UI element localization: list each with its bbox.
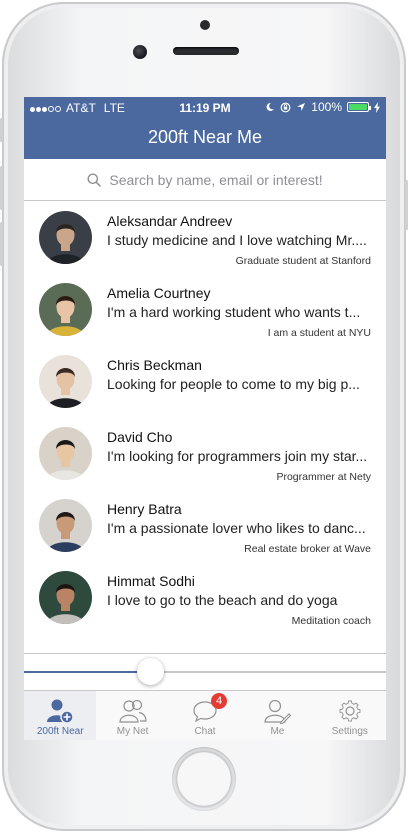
volume-up-button: [0, 166, 3, 210]
front-camera: [133, 45, 147, 59]
gear-icon: [339, 700, 361, 722]
person-name: Aleksandar Andreev: [107, 213, 233, 229]
person-message: I'm a hard working student who wants t..…: [107, 304, 361, 320]
avatar: [39, 355, 92, 408]
person-name: Henry Batra: [107, 501, 182, 517]
person-row[interactable]: Henry Batra I'm a passionate lover who li…: [24, 489, 386, 561]
person-name: David Cho: [107, 429, 173, 445]
person-role: Meditation coach: [291, 615, 371, 627]
battery-percent: 100%: [311, 100, 342, 114]
search-placeholder: Search by name, email or interest!: [109, 171, 323, 188]
location-arrow-icon: [297, 103, 306, 111]
person-role: Graduate student at Stanford: [235, 255, 371, 267]
page-title: 200ft Near Me: [147, 127, 263, 147]
battery-icon: [347, 102, 371, 112]
avatar: [39, 211, 92, 264]
search-icon: [87, 173, 102, 187]
navigation-bar: 200ft Near Me: [24, 119, 386, 159]
person-name: Amelia Courtney: [107, 285, 211, 301]
avatar: [39, 283, 92, 336]
person-row[interactable]: David Cho I'm looking for programmers joi…: [24, 417, 386, 489]
distance-slider-track[interactable]: [24, 671, 386, 673]
avatar: [39, 427, 92, 480]
avatar: [39, 571, 92, 624]
distance-slider-fill: [24, 671, 151, 673]
person-role: Real estate broker at Wave: [244, 543, 371, 555]
app-screen: AT&T LTE 11:19 PM 100% 200ft Near Me Sea…: [24, 97, 386, 740]
power-button: [405, 180, 408, 230]
proximity-sensor: [200, 20, 210, 30]
avatar: [39, 499, 92, 552]
chat-badge: 4: [211, 693, 228, 709]
person-message: I'm a passionate lover who likes to danc…: [107, 520, 366, 536]
person-message: I'm looking for programmers join my star…: [107, 448, 368, 464]
earpiece-speaker: [173, 47, 239, 55]
person-message: I study medicine and I love watching Mr.…: [107, 232, 367, 248]
person-add-icon: [47, 699, 74, 724]
charging-bolt-icon: [374, 101, 380, 113]
tab-my-net[interactable]: My Net: [96, 691, 168, 740]
person-row[interactable]: Amelia Courtney I'm a hard working studen…: [24, 273, 386, 345]
list-divider: [24, 653, 386, 654]
distance-slider-thumb[interactable]: [137, 658, 165, 685]
people-icon: [119, 699, 147, 723]
status-bar: AT&T LTE 11:19 PM 100%: [24, 97, 386, 119]
person-role: Programmer at Nety: [276, 471, 371, 483]
person-message: I love to go to the beach and do yoga: [107, 592, 338, 608]
volume-down-button: [0, 222, 3, 266]
person-edit-icon: [264, 699, 292, 724]
tab-label: Settings: [331, 726, 368, 737]
person-message: Looking for people to come to my big p..…: [107, 376, 360, 392]
person-row[interactable]: Chris Beckman Looking for people to come …: [24, 345, 386, 417]
mute-switch: [0, 118, 3, 142]
moon-icon: [266, 102, 275, 111]
rotation-lock-icon: [280, 102, 291, 112]
tab-me[interactable]: Me: [241, 691, 313, 740]
person-name: Himmat Sodhi: [107, 573, 195, 589]
tab-label: Chat: [194, 726, 216, 737]
people-list: Aleksandar Andreev I study medicine and I…: [24, 201, 386, 633]
person-row[interactable]: Aleksandar Andreev I study medicine and I…: [24, 201, 386, 273]
tab-chat[interactable]: 4 Chat: [169, 691, 241, 740]
tab-settings[interactable]: Settings: [314, 691, 386, 740]
tab-200ft-near[interactable]: 200ft Near: [24, 691, 97, 740]
person-name: Chris Beckman: [107, 357, 202, 373]
tab-label: 200ft Near: [36, 726, 84, 737]
battery-fill: [349, 104, 367, 110]
search-input[interactable]: Search by name, email or interest!: [24, 159, 386, 201]
person-role: I am a student at NYU: [267, 327, 371, 339]
home-button[interactable]: [172, 747, 236, 811]
tab-label: My Net: [116, 726, 149, 737]
person-row[interactable]: Himmat Sodhi I love to go to the beach an…: [24, 561, 386, 633]
tab-bar: 200ft Near My Net 4 Chat Me Settings: [24, 690, 386, 740]
tab-label: Me: [270, 726, 285, 737]
